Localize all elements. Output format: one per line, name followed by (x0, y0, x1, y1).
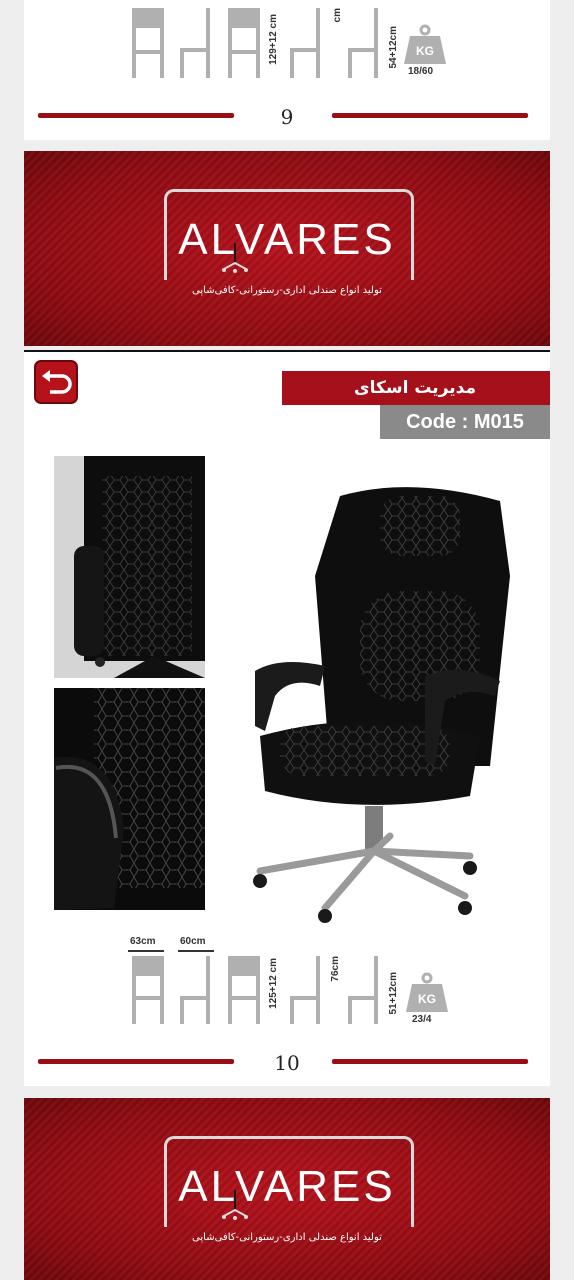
back-arrow-icon (42, 370, 72, 394)
brand-logo: ALVARES (178, 1162, 396, 1211)
brand-banner: ALVARES تولید انواع صندلی اداری-رستورانی… (24, 151, 550, 346)
dim-width: 60cm (180, 936, 206, 947)
chair-side-icon-2 (290, 956, 320, 1024)
brand-tagline: تولید انواع صندلی اداری-رستورانی-کافی‌شا… (192, 1232, 382, 1243)
page-line-right (332, 113, 528, 118)
dim-seat: cm (332, 8, 343, 23)
page-line-left (38, 1059, 234, 1064)
main-product-photo (220, 456, 546, 936)
page-line-left (38, 113, 234, 118)
dimensions-row-prev: 129+12 cm cm 54+12cm KG 18/60 (120, 0, 460, 95)
dim-height: 129+12 cm (268, 14, 279, 65)
brand-banner-next: ALVARES تولید انواع صندلی اداری-رستورانی… (24, 1098, 550, 1280)
chair-side-icon (180, 8, 210, 78)
dim-width-line (178, 950, 214, 952)
dim-depth: 63cm (130, 936, 156, 947)
chair-base-logo-icon (222, 243, 248, 273)
dim-seat-height: 54+12cm (388, 26, 399, 69)
chair-front-height-icon (228, 956, 260, 1024)
dim-height: 125+12 cm (268, 958, 279, 1009)
product-code: Code : M015 (380, 405, 550, 439)
detail-photo-backrest (54, 456, 205, 678)
dimensions-row: 63cm 60cm 125+12 cm 76cm 51+12cm KG 23/4 (120, 934, 460, 1029)
detail-photo-armrest (54, 688, 205, 910)
product-title: مدیریت اسکای (282, 371, 550, 405)
chair-side-seat-icon (348, 956, 378, 1024)
weight-value: 18/60 (408, 66, 434, 77)
dim-depth-line (128, 950, 164, 952)
weight-icon: KG (406, 972, 448, 1012)
brand-tagline: تولید انواع صندلی اداری-رستورانی-کافی‌شا… (192, 285, 382, 296)
page-number: 10 (274, 1051, 300, 1075)
dim-arm-height: 76cm (330, 956, 341, 982)
dim-seat-height: 51+12cm (388, 972, 399, 1015)
back-button[interactable] (34, 360, 78, 404)
page-line-right (332, 1059, 528, 1064)
weight-icon: KG (404, 24, 446, 64)
page-number: 9 (280, 105, 294, 129)
brand-logo: ALVARES (178, 215, 396, 264)
chair-front-icon (132, 8, 164, 78)
weight-unit: KG (418, 992, 436, 1006)
chair-front-height-icon (228, 8, 260, 78)
chair-side-seat-icon (348, 8, 378, 78)
chair-side-icon-2 (290, 8, 320, 78)
chair-side-icon (180, 956, 210, 1024)
chair-front-icon (132, 956, 164, 1024)
weight-unit: KG (416, 44, 434, 58)
chair-base-logo-icon (222, 1190, 248, 1220)
weight-value: 23/4 (412, 1014, 432, 1025)
page-divider (24, 350, 550, 352)
